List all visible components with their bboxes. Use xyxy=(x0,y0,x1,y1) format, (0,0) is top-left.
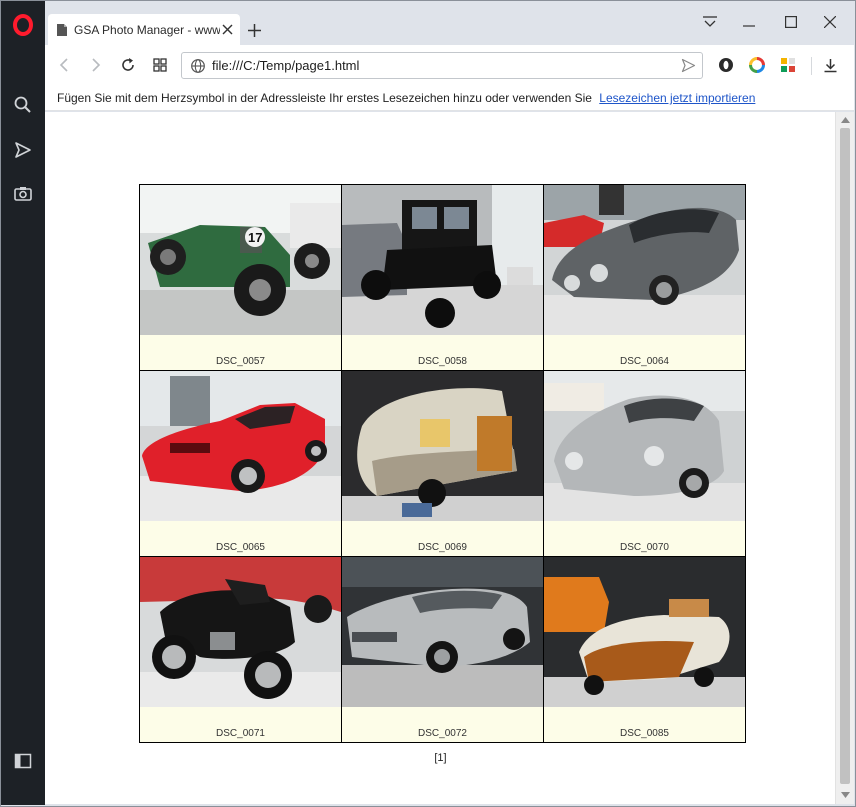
globe-icon xyxy=(191,58,205,73)
photo-cell[interactable]: DSC_0069 xyxy=(341,370,544,557)
photo-caption: DSC_0070 xyxy=(620,542,669,553)
address-text: file:///C:/Temp/page1.html xyxy=(212,58,360,73)
sidebar-toggle-icon[interactable] xyxy=(1,745,45,777)
forward-icon xyxy=(92,58,101,72)
photo-gallery-table: 17 DSC_0057 DSC_0058 DSC_0064 DSC_0065 D… xyxy=(139,184,746,743)
photo-caption: DSC_0064 xyxy=(620,356,669,367)
photo-thumbnail[interactable]: 17 xyxy=(140,185,341,335)
photo-caption: DSC_0071 xyxy=(216,728,265,739)
photo-thumbnail[interactable] xyxy=(342,185,543,335)
extension-button-1[interactable] xyxy=(744,52,770,78)
reload-icon xyxy=(122,58,134,71)
tab-strip: GSA Photo Manager - www.gsa-online.de xyxy=(45,1,854,45)
scroll-up-icon[interactable] xyxy=(836,113,855,127)
minimize-icon xyxy=(743,25,755,27)
photo-caption: DSC_0072 xyxy=(418,728,467,739)
tab-menu-button[interactable] xyxy=(690,7,730,37)
forward-button[interactable] xyxy=(83,52,109,78)
scroll-down-icon[interactable] xyxy=(836,788,855,802)
extension-icon xyxy=(749,57,765,73)
photo-cell[interactable]: 17 DSC_0057 xyxy=(139,184,342,371)
back-icon xyxy=(59,58,68,72)
photo-caption: DSC_0069 xyxy=(418,542,467,553)
photo-caption: DSC_0057 xyxy=(216,356,265,367)
page-viewport: 17 DSC_0057 DSC_0058 DSC_0064 DSC_0065 D… xyxy=(45,112,835,804)
photo-thumbnail[interactable] xyxy=(140,371,341,521)
bookmarks-bar: Fügen Sie mit dem Herzsymbol in der Adre… xyxy=(45,85,854,111)
photo-caption: DSC_0085 xyxy=(620,728,669,739)
photo-thumbnail[interactable] xyxy=(342,371,543,521)
download-button[interactable] xyxy=(817,52,843,78)
tab-title: GSA Photo Manager - www.gsa-online.de xyxy=(74,22,220,37)
photo-caption: DSC_0065 xyxy=(216,542,265,553)
vertical-scrollbar[interactable] xyxy=(835,112,854,804)
plus-icon xyxy=(247,23,261,37)
photo-thumbnail[interactable] xyxy=(342,557,543,707)
toolbar-separator xyxy=(811,57,812,75)
new-tab-button[interactable] xyxy=(243,19,265,41)
camera-icon[interactable] xyxy=(1,178,45,210)
vpn-icon xyxy=(719,58,733,72)
extension-button-2[interactable] xyxy=(775,52,801,78)
bookmarks-hint: Fügen Sie mit dem Herzsymbol in der Adre… xyxy=(57,91,592,105)
pagination[interactable]: [1] xyxy=(139,752,742,764)
photo-cell[interactable]: DSC_0072 xyxy=(341,556,544,743)
minimize-button[interactable] xyxy=(729,7,769,37)
back-button[interactable] xyxy=(51,52,77,78)
photo-thumbnail[interactable] xyxy=(544,371,745,521)
speed-dial-icon xyxy=(153,58,167,72)
document-icon xyxy=(57,23,67,36)
photo-cell[interactable]: DSC_0070 xyxy=(543,370,746,557)
photo-cell[interactable]: DSC_0058 xyxy=(341,184,544,371)
vpn-button[interactable] xyxy=(713,52,739,78)
maximize-button[interactable] xyxy=(771,7,811,37)
tab-menu-icon xyxy=(703,16,717,27)
photo-thumbnail[interactable] xyxy=(544,185,745,335)
svg-text:17: 17 xyxy=(248,230,262,245)
import-bookmarks-link[interactable]: Lesezeichen jetzt importieren xyxy=(599,91,755,105)
photo-cell[interactable]: DSC_0064 xyxy=(543,184,746,371)
reload-button[interactable] xyxy=(115,52,141,78)
tab-gsa-photo-manager[interactable]: GSA Photo Manager - www.gsa-online.de xyxy=(48,14,240,45)
send-icon[interactable] xyxy=(1,134,45,166)
speed-dial-button[interactable] xyxy=(147,52,173,78)
address-bar[interactable]: file:///C:/Temp/page1.html xyxy=(181,52,703,79)
close-icon xyxy=(824,16,836,28)
photo-thumbnail[interactable] xyxy=(140,557,341,707)
photo-cell[interactable]: DSC_0071 xyxy=(139,556,342,743)
photo-caption: DSC_0058 xyxy=(418,356,467,367)
send-icon[interactable] xyxy=(681,58,696,73)
extension-icon xyxy=(781,58,795,72)
photo-thumbnail[interactable] xyxy=(544,557,745,707)
search-icon[interactable] xyxy=(1,89,45,121)
scrollbar-thumb[interactable] xyxy=(840,128,850,784)
opera-sidebar xyxy=(1,1,45,805)
opera-logo-icon[interactable] xyxy=(1,9,45,41)
close-window-button[interactable] xyxy=(810,7,850,37)
download-icon xyxy=(824,58,836,72)
photo-cell[interactable]: DSC_0085 xyxy=(543,556,746,743)
maximize-icon xyxy=(785,16,797,28)
close-tab-icon[interactable] xyxy=(220,22,234,36)
address-toolbar: file:///C:/Temp/page1.html xyxy=(45,45,854,85)
photo-cell[interactable]: DSC_0065 xyxy=(139,370,342,557)
